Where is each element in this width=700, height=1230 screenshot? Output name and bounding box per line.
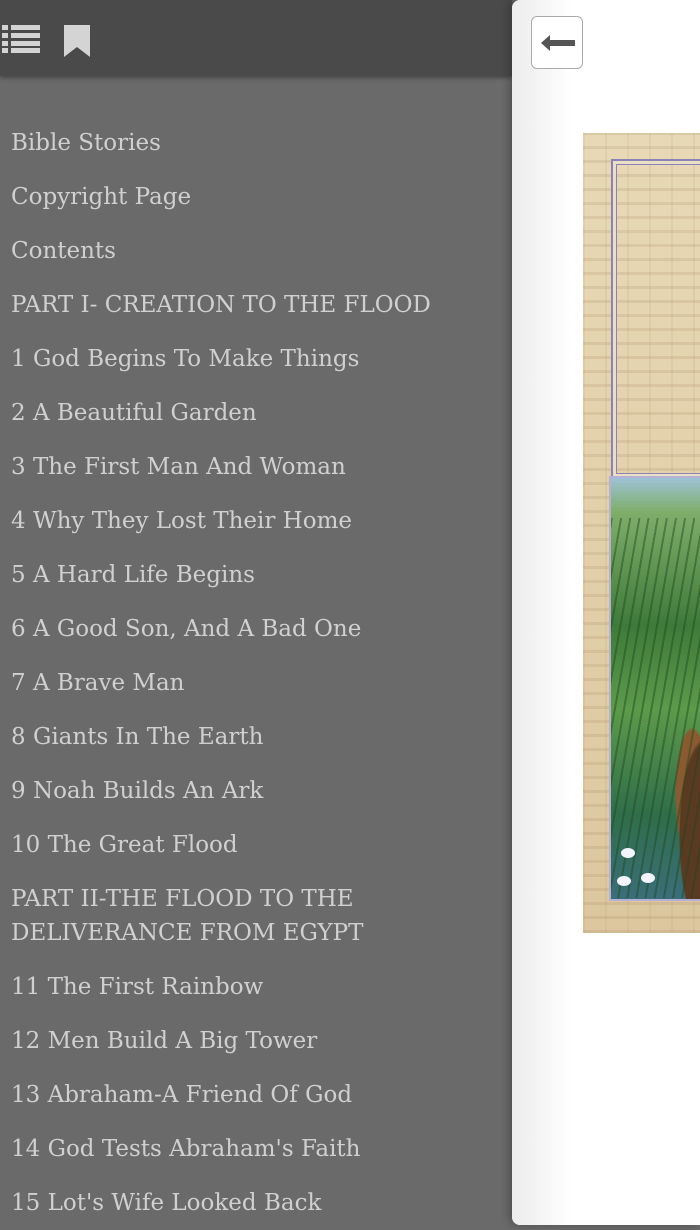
toc-item-chapter-2[interactable]: 2 A Beautiful Garden (0, 386, 512, 440)
water-lily-shape (641, 873, 655, 883)
toc-item-chapter-8[interactable]: 8 Giants In The Earth (0, 710, 512, 764)
toc-item-chapter-7[interactable]: 7 A Brave Man (0, 656, 512, 710)
toc-item-part-1[interactable]: PART I- CREATION TO THE FLOOD (0, 278, 512, 332)
page-edge-shadow (512, 0, 572, 1225)
toc-item-copyright-page[interactable]: Copyright Page (0, 170, 512, 224)
toc-toolbar (0, 0, 512, 76)
toc-item-chapter-13[interactable]: 13 Abraham-A Friend Of God (0, 1068, 512, 1122)
toc-item-chapter-14[interactable]: 14 God Tests Abraham's Faith (0, 1122, 512, 1176)
toc-item-chapter-4[interactable]: 4 Why They Lost Their Home (0, 494, 512, 548)
book-cover-image (583, 133, 700, 933)
toc-item-bible-stories[interactable]: Bible Stories (0, 116, 512, 170)
toc-item-chapter-10[interactable]: 10 The Great Flood (0, 818, 512, 872)
back-button[interactable] (531, 16, 583, 69)
toc-item-chapter-15[interactable]: 15 Lot's Wife Looked Back (0, 1176, 512, 1230)
toc-item-chapter-5[interactable]: 5 A Hard Life Begins (0, 548, 512, 602)
toc-item-part-2[interactable]: PART II-THE FLOOD TO THE DELIVERANCE FRO… (0, 872, 512, 960)
toc-list: Bible Stories Copyright Page Contents PA… (0, 116, 512, 1230)
water-lily-shape (617, 876, 631, 886)
table-of-contents-panel: Bible Stories Copyright Page Contents PA… (0, 0, 512, 1225)
toc-item-chapter-9[interactable]: 9 Noah Builds An Ark (0, 764, 512, 818)
toc-item-contents[interactable]: Contents (0, 224, 512, 278)
water-lily-shape (621, 848, 635, 858)
toc-item-chapter-11[interactable]: 11 The First Rainbow (0, 960, 512, 1014)
cover-illustration (609, 476, 700, 901)
toc-item-chapter-1[interactable]: 1 God Begins To Make Things (0, 332, 512, 386)
cover-title-frame (611, 159, 700, 479)
list-icon[interactable] (2, 25, 40, 53)
reader-page (512, 0, 700, 1225)
bookmark-icon[interactable] (64, 25, 90, 57)
arrow-left-icon (541, 35, 575, 51)
cover-reeds (611, 518, 700, 898)
toc-item-chapter-12[interactable]: 12 Men Build A Big Tower (0, 1014, 512, 1068)
toc-item-chapter-6[interactable]: 6 A Good Son, And A Bad One (0, 602, 512, 656)
toc-item-chapter-3[interactable]: 3 The First Man And Woman (0, 440, 512, 494)
